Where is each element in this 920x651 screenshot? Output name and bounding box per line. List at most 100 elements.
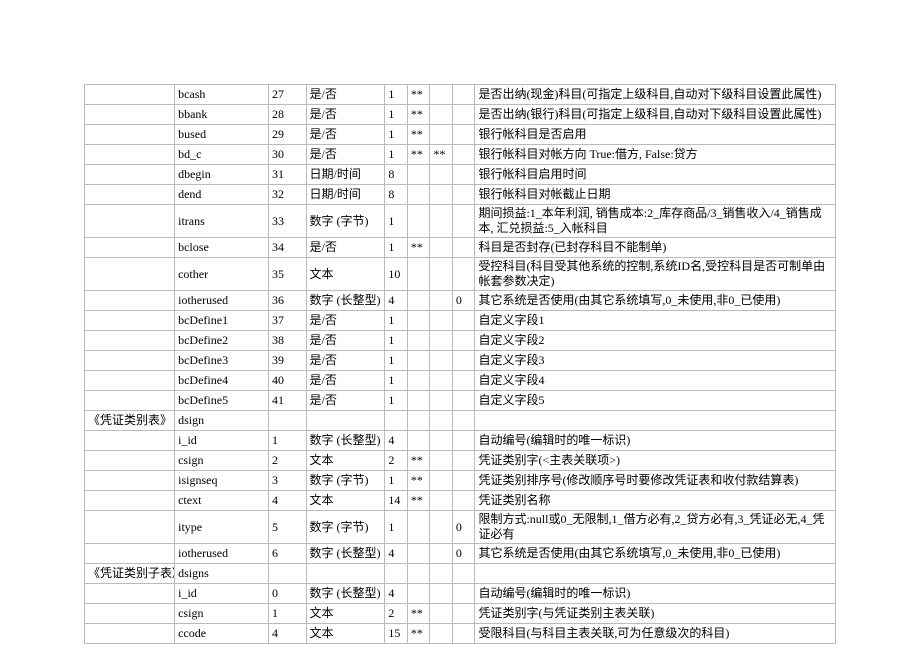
field-type: 是/否 — [306, 125, 385, 145]
field-length — [385, 564, 408, 584]
flag-b — [430, 564, 453, 584]
group-name — [85, 85, 175, 105]
table-row: bbank28是/否1**是否出纳(银行)科目(可指定上级科目,自动对下级科目设… — [85, 105, 836, 125]
table-row: bcash27是/否1**是否出纳(现金)科目(可指定上级科目,自动对下级科目设… — [85, 85, 836, 105]
group-name — [85, 258, 175, 291]
field-index: 30 — [268, 145, 306, 165]
description: 受限科目(与科目主表关联,可为任意级次的科目) — [475, 624, 836, 644]
field-index: 5 — [268, 511, 306, 544]
field-name: bcDefine1 — [175, 311, 269, 331]
field-index: 4 — [268, 624, 306, 644]
field-name: dsigns — [175, 564, 269, 584]
field-length: 1 — [385, 238, 408, 258]
group-name — [85, 604, 175, 624]
flag-a — [407, 391, 430, 411]
flag-b — [430, 584, 453, 604]
flag-a: ** — [407, 604, 430, 624]
field-length: 2 — [385, 451, 408, 471]
field-name: csign — [175, 451, 269, 471]
group-name — [85, 125, 175, 145]
default-value — [452, 205, 475, 238]
table-row: bd_c30是/否1****银行帐科目对帐方向 True:借方, False:贷… — [85, 145, 836, 165]
field-index: 6 — [268, 544, 306, 564]
field-index: 41 — [268, 391, 306, 411]
flag-a: ** — [407, 145, 430, 165]
table-row: i_id1数字 (长整型)4自动编号(编辑时的唯一标识) — [85, 431, 836, 451]
table-row: csign1文本2**凭证类别字(与凭证类别主表关联) — [85, 604, 836, 624]
field-name: bused — [175, 125, 269, 145]
field-length: 4 — [385, 291, 408, 311]
default-value — [452, 105, 475, 125]
field-name: bbank — [175, 105, 269, 125]
flag-b — [430, 624, 453, 644]
field-name: itype — [175, 511, 269, 544]
field-index — [268, 411, 306, 431]
flag-b — [430, 471, 453, 491]
group-name — [85, 511, 175, 544]
default-value — [452, 624, 475, 644]
table-row: bcDefine339是/否1自定义字段3 — [85, 351, 836, 371]
table-row: iotherused36数字 (长整型)40其它系统是否使用(由其它系统填写,0… — [85, 291, 836, 311]
field-index: 40 — [268, 371, 306, 391]
flag-b — [430, 351, 453, 371]
field-type: 是/否 — [306, 238, 385, 258]
flag-b — [430, 125, 453, 145]
group-name — [85, 105, 175, 125]
field-index: 1 — [268, 604, 306, 624]
default-value — [452, 564, 475, 584]
flag-a — [407, 431, 430, 451]
field-length: 2 — [385, 604, 408, 624]
field-length: 1 — [385, 125, 408, 145]
description: 自定义字段3 — [475, 351, 836, 371]
description — [475, 411, 836, 431]
field-length: 1 — [385, 205, 408, 238]
field-name: isignseq — [175, 471, 269, 491]
field-type: 是/否 — [306, 391, 385, 411]
flag-a — [407, 205, 430, 238]
flag-a: ** — [407, 85, 430, 105]
field-length: 14 — [385, 491, 408, 511]
field-index: 28 — [268, 105, 306, 125]
field-name: dend — [175, 185, 269, 205]
flag-a: ** — [407, 105, 430, 125]
default-value — [452, 411, 475, 431]
field-type: 文本 — [306, 624, 385, 644]
field-type: 日期/时间 — [306, 165, 385, 185]
flag-b — [430, 258, 453, 291]
field-type: 是/否 — [306, 351, 385, 371]
flag-a — [407, 351, 430, 371]
flag-a — [407, 165, 430, 185]
description: 凭证类别字(<主表关联项>) — [475, 451, 836, 471]
field-type: 数字 (字节) — [306, 471, 385, 491]
field-type: 是/否 — [306, 331, 385, 351]
field-length: 1 — [385, 471, 408, 491]
default-value — [452, 165, 475, 185]
group-name — [85, 165, 175, 185]
field-index: 27 — [268, 85, 306, 105]
description: 银行帐科目启用时间 — [475, 165, 836, 185]
field-index: 32 — [268, 185, 306, 205]
description: 银行帐科目对帐方向 True:借方, False:贷方 — [475, 145, 836, 165]
field-index: 4 — [268, 491, 306, 511]
description: 是否出纳(银行)科目(可指定上级科目,自动对下级科目设置此属性) — [475, 105, 836, 125]
description: 自定义字段1 — [475, 311, 836, 331]
field-length: 1 — [385, 371, 408, 391]
group-name — [85, 584, 175, 604]
group-name: 《凭证类别表》 — [85, 411, 175, 431]
flag-b — [430, 511, 453, 544]
field-name: dbegin — [175, 165, 269, 185]
field-name: bcDefine4 — [175, 371, 269, 391]
field-index: 1 — [268, 431, 306, 451]
field-name: cother — [175, 258, 269, 291]
field-name: bcDefine5 — [175, 391, 269, 411]
table-row: bcDefine137是/否1自定义字段1 — [85, 311, 836, 331]
document-page: bcash27是/否1**是否出纳(现金)科目(可指定上级科目,自动对下级科目设… — [0, 0, 920, 651]
flag-a — [407, 371, 430, 391]
group-name — [85, 331, 175, 351]
group-name — [85, 311, 175, 331]
flag-a — [407, 311, 430, 331]
field-length — [385, 411, 408, 431]
field-name: bclose — [175, 238, 269, 258]
flag-a: ** — [407, 451, 430, 471]
field-index: 38 — [268, 331, 306, 351]
